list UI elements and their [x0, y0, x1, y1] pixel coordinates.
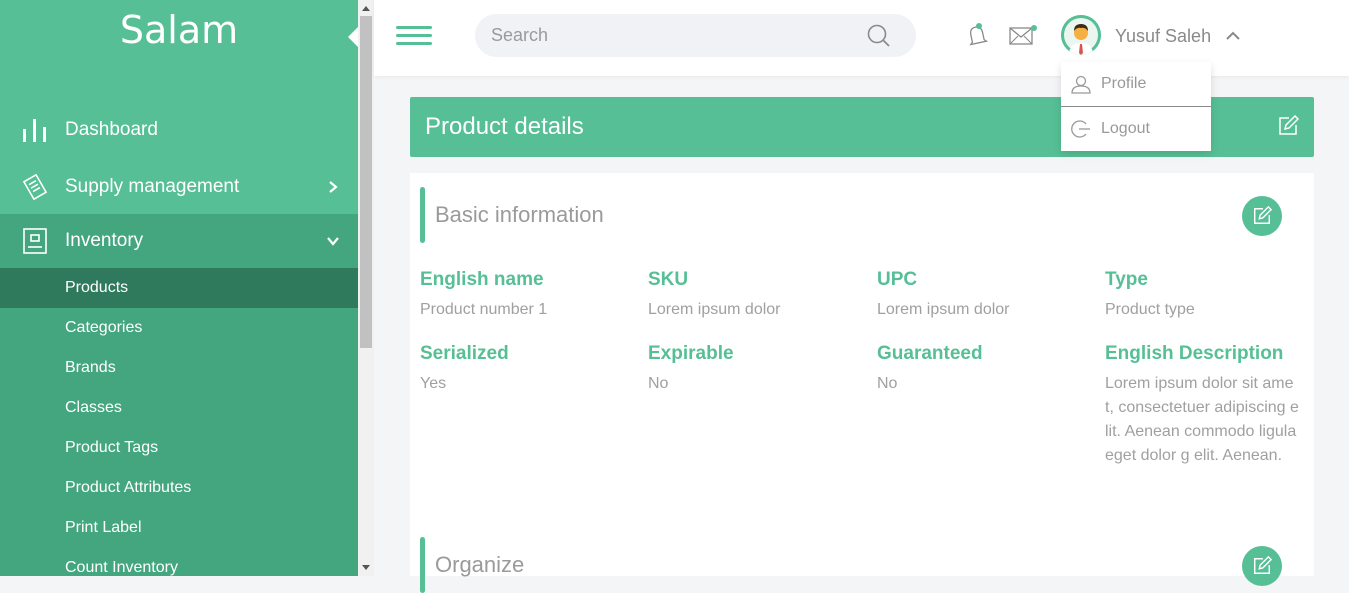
inventory-submenu: Products Categories Brands Classes Produ… — [0, 268, 358, 576]
scroll-thumb[interactable] — [360, 16, 372, 348]
submenu-item-product-tags[interactable]: Product Tags — [0, 428, 358, 468]
avatar[interactable] — [1061, 15, 1101, 55]
edit-basic-button[interactable] — [1242, 196, 1282, 236]
submenu-item-categories[interactable]: Categories — [0, 308, 358, 348]
page-title: Product details — [425, 113, 584, 140]
edit-organize-button[interactable] — [1242, 546, 1282, 586]
sidebar-collapse-toggle[interactable] — [348, 27, 358, 47]
logout-icon — [1071, 120, 1090, 138]
section-title-organize: Organize — [435, 552, 525, 577]
submenu-item-product-attributes[interactable]: Product Attributes — [0, 468, 358, 508]
sidebar-item-label: Supply management — [65, 176, 240, 197]
user-icon — [1071, 75, 1091, 94]
field-english-description: English Description Lorem ipsum dolor si… — [1105, 343, 1299, 464]
sidebar-item-inventory[interactable]: Inventory — [0, 214, 358, 268]
field-upc: UPC Lorem ipsum dolor — [877, 269, 1010, 318]
menu-item-logout[interactable]: Logout — [1061, 107, 1211, 151]
search-box — [475, 14, 916, 57]
field-guaranteed: Guaranteed No — [877, 343, 983, 392]
brand-logo: Salam — [119, 8, 239, 52]
user-dropdown-menu: Profile Logout — [1061, 62, 1211, 151]
edit-icon[interactable] — [1277, 115, 1299, 137]
section-accent — [420, 187, 425, 243]
section-title-basic: Basic information — [435, 202, 604, 227]
submenu-item-print-label[interactable]: Print Label — [0, 508, 358, 548]
edit-icon — [1254, 556, 1272, 574]
bell-icon[interactable] — [964, 22, 990, 48]
bar-chart-icon — [23, 119, 46, 142]
chevron-right-icon — [329, 181, 338, 193]
field-sku: SKU Lorem ipsum dolor — [648, 269, 781, 318]
inventory-icon — [23, 228, 47, 254]
field-serialized: Serialized Yes — [420, 343, 509, 392]
user-avatar-icon — [1061, 15, 1101, 55]
sidebar-item-supply-management[interactable]: Supply management — [0, 160, 358, 214]
mail-icon[interactable] — [1008, 24, 1038, 48]
scroll-down-arrow[interactable] — [362, 565, 370, 570]
sidebar-item-label: Dashboard — [65, 119, 158, 140]
username[interactable]: Yusuf Saleh — [1115, 26, 1211, 47]
menu-icon[interactable] — [396, 26, 432, 46]
submenu-item-count-inventory[interactable]: Count Inventory — [0, 548, 358, 576]
scroll-up-arrow[interactable] — [362, 6, 370, 11]
sidebar-item-dashboard[interactable]: Dashboard — [0, 103, 358, 157]
field-expirable: Expirable No — [648, 343, 734, 392]
section-accent — [420, 537, 425, 593]
document-icon — [22, 173, 48, 201]
submenu-item-products[interactable]: Products — [0, 268, 358, 308]
details-card: Basic information English name Product n… — [410, 173, 1314, 593]
menu-item-profile[interactable]: Profile — [1061, 62, 1211, 106]
search-icon[interactable] — [866, 23, 892, 49]
sidebar-item-label: Inventory — [65, 230, 144, 251]
submenu-item-brands[interactable]: Brands — [0, 348, 358, 388]
sidebar: Salam Dashboard Supply management Invent… — [0, 0, 358, 576]
sidebar-scrollbar[interactable] — [358, 0, 374, 576]
submenu-item-classes[interactable]: Classes — [0, 388, 358, 428]
field-english-name: English name Product number 1 — [420, 269, 548, 318]
chevron-up-icon[interactable] — [1225, 28, 1241, 44]
search-input[interactable] — [491, 14, 861, 57]
field-type: Type Product type — [1105, 269, 1195, 318]
chevron-down-icon — [327, 237, 339, 246]
edit-icon — [1254, 206, 1272, 224]
